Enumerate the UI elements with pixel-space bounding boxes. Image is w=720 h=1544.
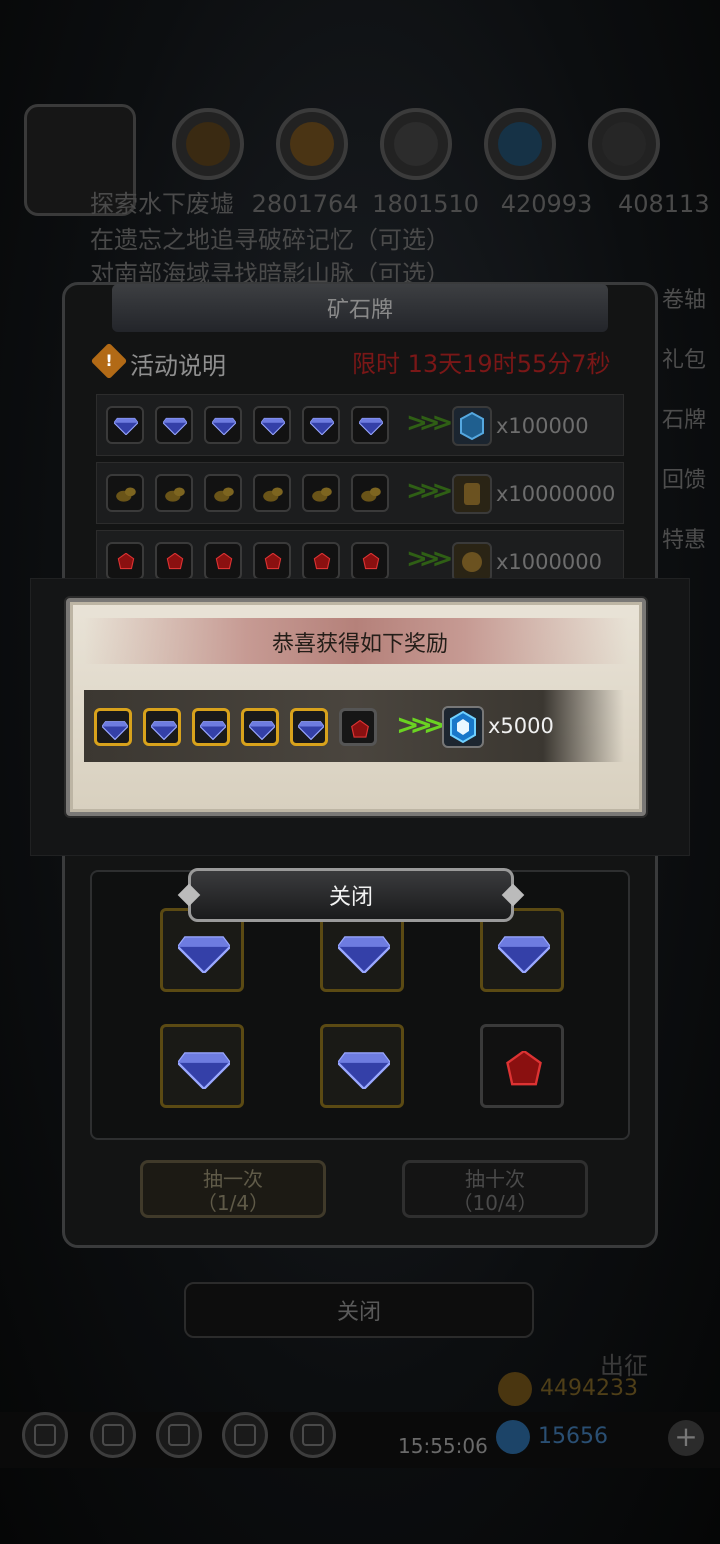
- red-gem-icon: [106, 542, 144, 580]
- recipe-qty: x10000000: [496, 482, 616, 506]
- resource-icon-2: [276, 108, 348, 180]
- red-gem-icon: [253, 542, 291, 580]
- blue-gem-icon: [155, 406, 193, 444]
- side-menu-feedback[interactable]: 回馈: [662, 462, 706, 494]
- gold-nugget-icon: [155, 474, 193, 512]
- info-icon[interactable]: !: [90, 342, 128, 380]
- blue-gem-icon: [241, 708, 279, 746]
- blue-gem-icon: [351, 406, 389, 444]
- gold-nugget-icon: [204, 474, 242, 512]
- gold-amount: 4494233: [540, 1376, 638, 1401]
- popup-title: 恭喜获得如下奖励: [271, 632, 448, 657]
- gold-nugget-icon: [351, 474, 389, 512]
- blue-crystal-icon: [452, 406, 492, 446]
- red-gem-icon: [351, 542, 389, 580]
- event-timer: 限时 13天19时55分7秒: [352, 350, 611, 378]
- recipe-qty: x1000000: [496, 550, 602, 574]
- blue-gem-icon: [204, 406, 242, 444]
- recipe-qty: x100000: [496, 414, 589, 438]
- side-menu-gift[interactable]: 礼包: [662, 342, 706, 374]
- blue-gem-icon: [160, 1024, 244, 1108]
- panel-close-button[interactable]: 关闭: [184, 1282, 534, 1338]
- side-menu-special[interactable]: 特惠: [662, 522, 706, 554]
- gift-icon[interactable]: [290, 1412, 336, 1458]
- panel-title: 矿石牌: [326, 298, 393, 323]
- resource-icon-4: [484, 108, 556, 180]
- blue-gem-icon: [94, 708, 132, 746]
- arrow-icon: >>>: [406, 408, 453, 438]
- blue-gem-icon: [320, 1024, 404, 1108]
- red-gem-icon: [339, 708, 377, 746]
- resource-icon-5: [588, 108, 660, 180]
- shop-icon[interactable]: [156, 1412, 202, 1458]
- star-icon[interactable]: [90, 1412, 136, 1458]
- mail-icon[interactable]: [222, 1412, 268, 1458]
- quest-line-2: 在遗忘之地追寻破碎记忆（可选）: [90, 226, 450, 254]
- close-button[interactable]: 关闭: [188, 868, 514, 922]
- activity-info-link[interactable]: 活动说明: [130, 346, 226, 381]
- gold-scroll-icon: [452, 474, 492, 514]
- gem-amount: 15656: [538, 1424, 608, 1449]
- resource-icon-1: [172, 108, 244, 180]
- red-gem-icon: [480, 1024, 564, 1108]
- blue-gem-icon: [302, 406, 340, 444]
- red-gem-icon: [204, 542, 242, 580]
- gold-coin-icon: [498, 1372, 532, 1406]
- gold-nugget-icon: [253, 474, 291, 512]
- blue-gem-icon: [253, 406, 291, 444]
- gem-icon: [496, 1420, 530, 1454]
- reward-qty: x5000: [488, 714, 554, 738]
- arrow-icon: >>>: [396, 708, 446, 741]
- draw-ten-button[interactable]: 抽十次 （10/4）: [402, 1160, 588, 1218]
- red-gem-icon: [155, 542, 193, 580]
- resource-icon-3: [380, 108, 452, 180]
- arrow-icon: >>>: [406, 544, 453, 574]
- draw-once-button[interactable]: 抽一次 （1/4）: [140, 1160, 326, 1218]
- blue-gem-icon: [192, 708, 230, 746]
- blue-crystal-icon: [442, 706, 484, 748]
- clock: 15:55:06: [398, 1434, 488, 1458]
- quest-line-1: 探索水下废墟 2801764 1801510 420993 408113: [90, 190, 710, 218]
- side-menu-stone[interactable]: 石牌: [662, 402, 706, 434]
- gold-nugget-icon: [302, 474, 340, 512]
- arrow-icon: >>>: [406, 476, 453, 506]
- blue-gem-icon: [143, 708, 181, 746]
- settings-icon[interactable]: [22, 1412, 68, 1458]
- blue-gem-icon: [106, 406, 144, 444]
- blue-gem-icon: [290, 708, 328, 746]
- gold-nugget-icon: [106, 474, 144, 512]
- red-gem-icon: [302, 542, 340, 580]
- add-gems-button[interactable]: +: [668, 1420, 704, 1456]
- gold-coin-icon: [452, 542, 492, 582]
